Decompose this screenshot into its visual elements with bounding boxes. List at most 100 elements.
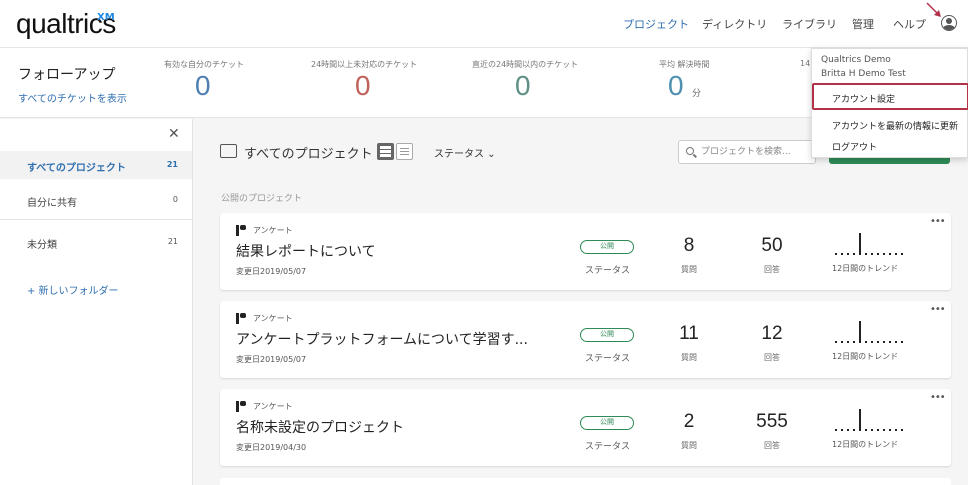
account-brand: Qualtrics Demo (821, 55, 891, 65)
trend-dot (877, 429, 879, 431)
survey-icon (236, 225, 246, 236)
page-title: すべてのプロジェクト (244, 147, 373, 162)
status-badge: 公開 (580, 328, 634, 342)
stat-label-recent-tickets: 直近の24時間以内のチケット (472, 60, 579, 69)
new-folder-button[interactable]: + 新しいフォルダー (27, 282, 119, 297)
project-name[interactable]: アンケートプラットフォームについて学習す... (236, 329, 528, 349)
menu-item-account-settings[interactable]: アカウント設定 (832, 92, 895, 105)
trend-dot (871, 341, 873, 343)
status-filter-dropdown[interactable]: ステータス ⌄ (434, 145, 496, 160)
status-badge: 公開 (580, 416, 634, 430)
trend-dot (865, 341, 867, 343)
nav-help[interactable]: ヘルプ (893, 16, 926, 32)
sidebar-item-shared-with-me[interactable]: 自分に共有 0 (0, 186, 192, 214)
red-arrow-annotation (926, 2, 941, 17)
trend-dot (847, 429, 849, 431)
status-badge: 公開 (580, 240, 634, 254)
project-card[interactable]: アンケート アンケートプラットフォームについて学習す... 変更日2019/05… (220, 301, 951, 378)
folder-sidebar: ✕ すべてのプロジェクト 21 自分に共有 0 未分類 21 + 新しいフォルダ… (0, 119, 193, 485)
trend-dot (871, 253, 873, 255)
stat-value-recent-tickets[interactable]: 0 (515, 70, 531, 102)
stat-value-avg-resolution[interactable]: 0 (668, 70, 684, 102)
trend-dot (895, 253, 897, 255)
sidebar-item-count: 0 (172, 195, 178, 204)
sidebar-divider (0, 219, 192, 220)
nav-library[interactable]: ライブラリ (782, 16, 837, 32)
project-type: アンケート (253, 402, 293, 411)
sidebar-item-unclassified[interactable]: 未分類 21 (0, 228, 192, 256)
stat-label-overdue-tickets: 24時間以上未対応のチケット (311, 60, 418, 69)
sidebar-item-all-projects[interactable]: すべてのプロジェクト 21 (0, 151, 192, 179)
more-options-icon[interactable]: ••• (930, 304, 946, 315)
stat-value-my-tickets[interactable]: 0 (195, 70, 211, 102)
trend-dot (877, 253, 879, 255)
trend-dot (853, 341, 855, 343)
stat-value-overdue-tickets[interactable]: 0 (355, 70, 371, 102)
survey-icon (236, 401, 246, 412)
trend-dot (841, 341, 843, 343)
menu-item-logout[interactable]: ログアウト (832, 140, 877, 153)
trend-bar (859, 321, 861, 343)
close-sidebar-icon[interactable]: ✕ (168, 126, 180, 142)
question-count: 11 (679, 323, 699, 344)
nav-projects[interactable]: プロジェクト (623, 16, 689, 32)
more-options-icon[interactable]: ••• (930, 392, 946, 403)
trend-dot (841, 253, 843, 255)
trend-dot (835, 429, 837, 431)
top-navigation-bar: qualtrics XM プロジェクト ディレクトリ ライブラリ 管理 ヘルプ (0, 0, 968, 48)
project-card-partial (220, 478, 951, 485)
search-icon (686, 147, 694, 155)
question-count: 8 (683, 235, 695, 256)
question-label: 質問 (681, 265, 697, 274)
stat-label-avg-resolution: 平均 解決時間 (659, 60, 710, 69)
trend-dot (835, 341, 837, 343)
question-count: 2 (683, 411, 695, 432)
stat-label-my-tickets: 有効な自分のチケット (164, 60, 244, 69)
project-name[interactable]: 名称未設定のプロジェクト (236, 417, 404, 437)
trend-dot (877, 341, 879, 343)
list-view-button[interactable] (377, 143, 394, 160)
project-card[interactable]: アンケート 名称未設定のプロジェクト 変更日2019/04/30 公開 ステータ… (220, 389, 951, 466)
project-name[interactable]: 結果レポートについて (236, 241, 376, 261)
trend-dot (883, 341, 885, 343)
status-label: ステータス (585, 354, 631, 364)
trend-dot (841, 429, 843, 431)
account-user-name: Britta H Demo Test (821, 69, 906, 79)
project-type: アンケート (253, 314, 293, 323)
followup-title: フォローアップ (18, 67, 116, 83)
trend-dot (853, 253, 855, 255)
nav-directory[interactable]: ディレクトリ (702, 16, 767, 32)
project-search[interactable] (678, 140, 816, 164)
trend-dot (835, 253, 837, 255)
status-label: ステータス (585, 442, 631, 452)
question-label: 質問 (681, 353, 697, 362)
user-account-icon[interactable] (941, 15, 957, 31)
trend-dot (901, 429, 903, 431)
trend-dot (895, 429, 897, 431)
project-card[interactable]: アンケート 結果レポートについて 変更日2019/05/07 公開 ステータス … (220, 213, 951, 290)
trend-bar (859, 233, 861, 255)
section-label-published: 公開のプロジェクト (221, 194, 303, 204)
sidebar-item-count: 21 (166, 160, 178, 169)
sidebar-item-count: 21 (167, 237, 178, 246)
trend-dot (889, 341, 891, 343)
search-input[interactable] (701, 145, 813, 159)
more-options-icon[interactable]: ••• (930, 216, 946, 227)
sidebar-item-label: 未分類 (27, 240, 57, 251)
trend-dot (865, 253, 867, 255)
trend-sparkline (835, 321, 903, 343)
status-label: ステータス (585, 266, 631, 276)
menu-item-refresh-account[interactable]: アカウントを最新の情報に更新 (832, 119, 958, 132)
stat-unit-minutes: 分 (692, 89, 702, 99)
trend-dot (889, 253, 891, 255)
compact-view-button[interactable] (396, 143, 413, 160)
trend-sparkline (835, 409, 903, 431)
trend-dot (889, 429, 891, 431)
project-modified-date: 変更日2019/05/07 (236, 267, 307, 276)
response-count: 12 (761, 323, 783, 344)
trend-label: 12日間のトレンド (832, 352, 899, 361)
view-all-tickets-link[interactable]: すべてのチケットを表示 (18, 90, 127, 105)
response-label: 回答 (764, 441, 780, 450)
xm-logo-suffix: XM (97, 12, 115, 23)
nav-admin[interactable]: 管理 (852, 16, 874, 32)
